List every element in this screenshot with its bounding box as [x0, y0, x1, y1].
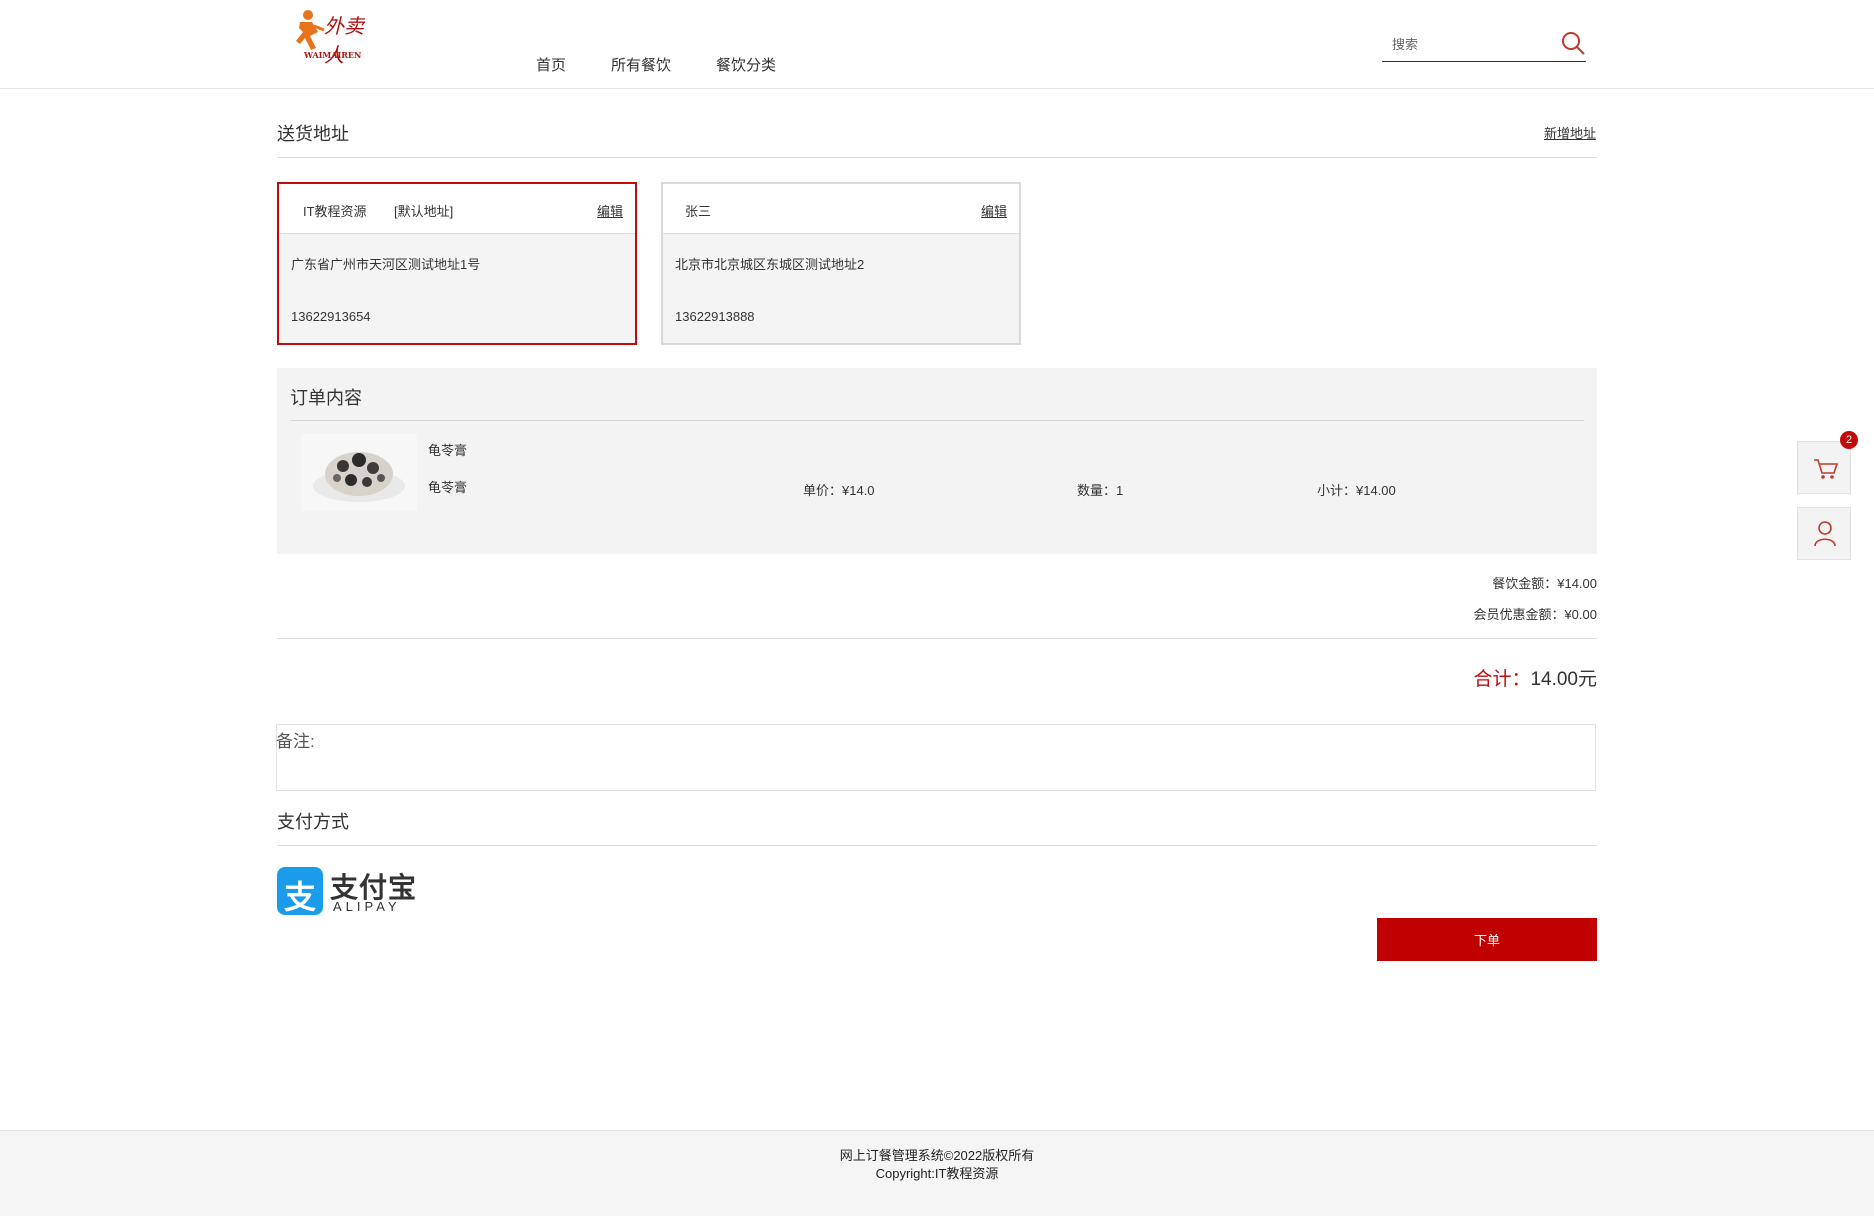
grand-total: 合计：14.00元 — [1473, 664, 1597, 691]
default-address-tag: [默认地址] — [394, 204, 454, 219]
edit-address-button[interactable]: 编辑 — [597, 201, 623, 220]
user-icon — [1814, 521, 1836, 547]
subtotal: 小计：¥14.00 — [1317, 483, 1396, 498]
divider — [277, 845, 1597, 846]
add-address-link[interactable]: 新增地址 — [1544, 123, 1596, 142]
cart-count-badge: 2 — [1840, 431, 1858, 449]
address-name: IT教程资源 — [303, 204, 367, 219]
page-footer: 网上订餐管理系统©2022版权所有 Copyright:IT教程资源 — [0, 1130, 1874, 1216]
address-phone: 13622913654 — [291, 309, 371, 324]
address-name: 张三 — [685, 204, 712, 219]
address-card-selected[interactable]: IT教程资源 [默认地址] 编辑 广东省广州市天河区测试地址1号 1362291… — [277, 182, 637, 345]
cart-button[interactable] — [1797, 441, 1851, 494]
cart-icon — [1814, 459, 1839, 479]
order-content-panel: 订单内容 龟苓膏 龟苓膏 单价：¥14.0 数量：1 小计：¥14.00 — [277, 368, 1597, 554]
quantity: 数量：1 — [1077, 483, 1124, 498]
user-button[interactable] — [1797, 507, 1851, 560]
copyright-owner: Copyright:IT教程资源 — [875, 1166, 999, 1181]
address-text: 广东省广州市天河区测试地址1号 — [291, 257, 481, 272]
address-phone: 13622913888 — [675, 309, 755, 324]
search-icon[interactable] — [1560, 30, 1586, 56]
remark-label: 备注: — [276, 732, 315, 751]
edit-address-button[interactable]: 编辑 — [981, 201, 1007, 220]
address-text: 北京市北京城区东城区测试地址2 — [675, 257, 865, 272]
food-amount: 餐饮金额：¥14.00 — [1492, 576, 1597, 591]
alipay-en-label: ALIPAY — [333, 899, 401, 914]
unit-price: 单价：¥14.0 — [803, 483, 875, 498]
copyright-line: 网上订餐管理系统©2022版权所有 — [839, 1148, 1035, 1163]
remark-field[interactable] — [276, 724, 1596, 791]
divider — [277, 638, 1597, 639]
address-card-header: 张三 编辑 — [663, 184, 1019, 234]
food-desc: 龟苓膏 — [428, 480, 468, 495]
food-thumbnail — [301, 434, 417, 511]
place-order-button[interactable]: 下单 — [1377, 918, 1597, 961]
food-name: 龟苓膏 — [428, 443, 468, 458]
address-section-title: 送货地址 — [277, 124, 349, 144]
top-header: 外卖人 WAIMAIREN 首页 所有餐饮 餐饮分类 — [0, 0, 1874, 89]
order-content-title: 订单内容 — [290, 388, 362, 408]
divider — [277, 157, 1597, 158]
nav-home[interactable]: 首页 — [536, 54, 566, 75]
search-box — [1382, 30, 1586, 62]
grand-total-value: 14.00元 — [1530, 669, 1597, 690]
alipay-glyph: 支 — [284, 879, 317, 915]
logo-en-text: WAIMAIREN — [304, 50, 362, 60]
nav-food-category[interactable]: 餐饮分类 — [716, 54, 776, 75]
site-logo[interactable]: 外卖人 WAIMAIREN — [294, 8, 380, 67]
grand-total-label: 合计： — [1473, 669, 1531, 690]
divider — [290, 420, 1584, 421]
nav-all-food[interactable]: 所有餐饮 — [611, 54, 671, 75]
payment-section-title: 支付方式 — [277, 812, 349, 832]
address-card-header: IT教程资源 [默认地址] 编辑 — [279, 184, 635, 234]
alipay-icon[interactable]: 支 — [277, 867, 323, 915]
address-card[interactable]: 张三 编辑 北京市北京城区东城区测试地址2 13622913888 — [661, 182, 1021, 345]
search-input[interactable] — [1390, 36, 1554, 53]
member-discount: 会员优惠金额：¥0.00 — [1473, 607, 1597, 622]
